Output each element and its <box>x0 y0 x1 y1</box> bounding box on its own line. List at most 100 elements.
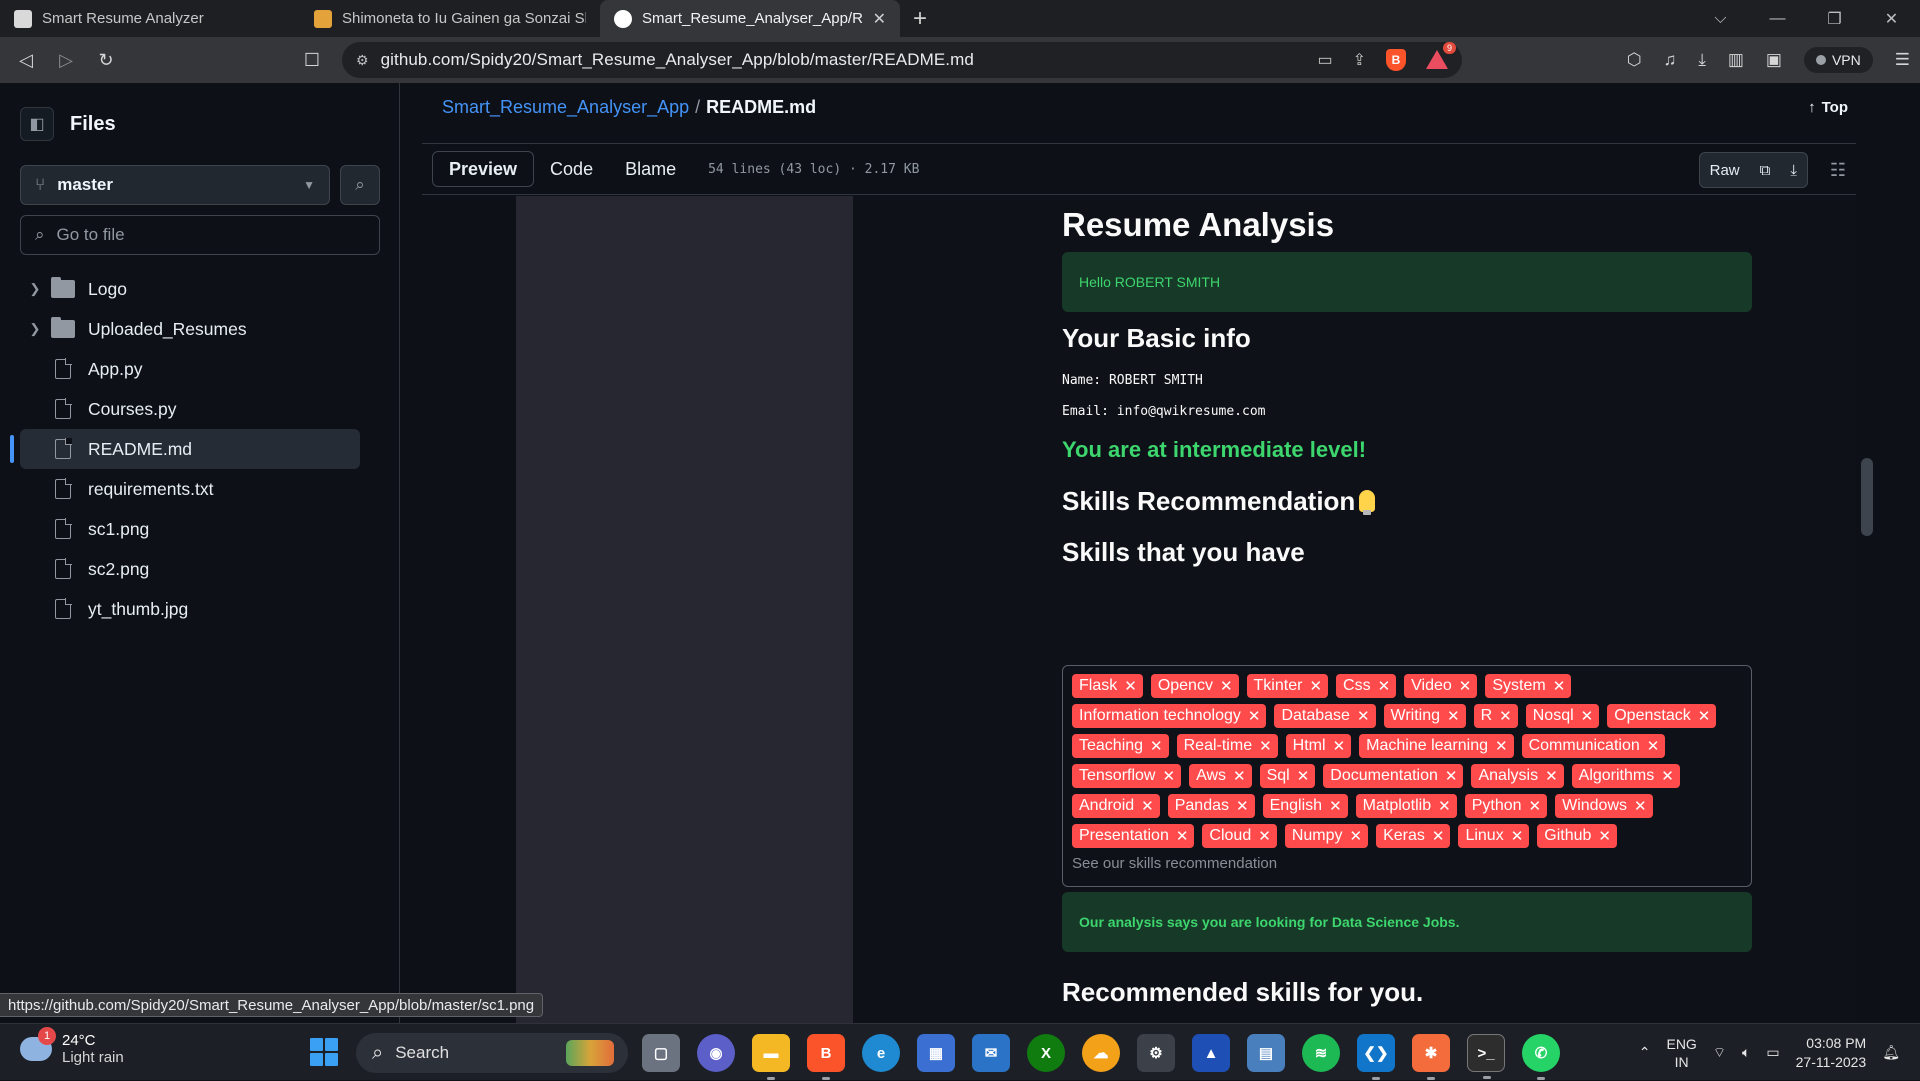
tree-item-sc2-png[interactable]: sc2.png <box>20 549 360 589</box>
clock[interactable]: 03:08 PM 27-11-2023 <box>1796 1034 1867 1072</box>
remove-tag-icon[interactable]: ✕ <box>1350 829 1363 844</box>
sidebar-toggle-icon[interactable]: ▥ <box>1728 50 1744 70</box>
copy-icon[interactable]: ⧉ <box>1750 153 1781 187</box>
weather-app-icon[interactable]: ☁ <box>1082 1034 1120 1072</box>
xampp-icon[interactable]: ✱ <box>1412 1034 1450 1080</box>
restore-button[interactable]: ❐ <box>1806 0 1863 37</box>
remove-tag-icon[interactable]: ✕ <box>1647 739 1660 754</box>
taskbar-search[interactable]: ⌕ Search <box>356 1033 628 1073</box>
remove-tag-icon[interactable]: ✕ <box>1333 739 1346 754</box>
reload-button[interactable]: ↻ <box>86 40 126 80</box>
tree-item-app-py[interactable]: App.py <box>20 349 360 389</box>
remove-tag-icon[interactable]: ✕ <box>1661 769 1674 784</box>
xbox-icon[interactable]: X <box>1027 1034 1065 1072</box>
spotify-icon[interactable]: ≋ <box>1302 1034 1340 1072</box>
edge-icon[interactable]: e <box>862 1034 900 1072</box>
back-button[interactable]: ◁ <box>6 40 46 80</box>
chevron-down-icon[interactable]: ⌵ <box>1692 0 1749 37</box>
chevron-up-icon[interactable]: ⌃ <box>1639 1044 1651 1061</box>
extensions-icon[interactable]: ⬡ <box>1627 50 1642 70</box>
remove-tag-icon[interactable]: ✕ <box>1499 709 1512 724</box>
file-explorer-icon[interactable]: ▬ <box>752 1034 790 1080</box>
photos-icon[interactable]: ▤ <box>1247 1034 1285 1072</box>
browser-tab-3[interactable]: Smart_Resume_Analyser_App/RE ✕ <box>600 0 900 37</box>
top-button[interactable]: ↑ Top <box>1808 99 1848 116</box>
tree-item-uploaded-resumes[interactable]: ❯ Uploaded_Resumes <box>20 309 360 349</box>
brave-browser-icon[interactable]: B <box>807 1034 845 1080</box>
vpn-button[interactable]: VPN <box>1803 47 1873 73</box>
mail-icon[interactable]: ✉ <box>972 1034 1010 1072</box>
wallet-icon[interactable]: ▣ <box>1766 50 1782 70</box>
cast-icon[interactable]: ▭ <box>1317 50 1332 70</box>
tree-item-readme-md[interactable]: README.md <box>10 429 360 469</box>
browser-tab-1[interactable]: Smart Resume Analyzer <box>0 0 300 37</box>
notification-bell-icon[interactable]: 🔔︎ <box>1882 1044 1900 1061</box>
remove-tag-icon[interactable]: ✕ <box>1459 679 1472 694</box>
store-icon[interactable]: ▦ <box>917 1034 955 1072</box>
remove-tag-icon[interactable]: ✕ <box>1309 679 1322 694</box>
breadcrumb-repo-link[interactable]: Smart_Resume_Analyser_App <box>442 97 689 118</box>
raw-button[interactable]: Raw <box>1700 153 1750 187</box>
remove-tag-icon[interactable]: ✕ <box>1162 769 1175 784</box>
bookmark-icon[interactable]: ☐ <box>292 40 332 80</box>
minimize-button[interactable]: — <box>1749 0 1806 37</box>
tree-item-yt-thumb-jpg[interactable]: yt_thumb.jpg <box>20 589 360 629</box>
remove-tag-icon[interactable]: ✕ <box>1432 829 1445 844</box>
branch-selector[interactable]: ⑂ master ▼ <box>20 165 330 205</box>
settings-gear-icon[interactable]: ⚙ <box>1137 1034 1175 1072</box>
app-icon[interactable]: ▲ <box>1192 1034 1230 1072</box>
new-tab-button[interactable]: + <box>900 0 940 37</box>
whatsapp-icon[interactable]: ✆ <box>1522 1034 1560 1080</box>
close-icon[interactable]: ✕ <box>873 9 886 29</box>
brave-rewards-icon[interactable]: 9 <box>1426 42 1456 70</box>
remove-tag-icon[interactable]: ✕ <box>1698 709 1711 724</box>
remove-tag-icon[interactable]: ✕ <box>1233 769 1246 784</box>
remove-tag-icon[interactable]: ✕ <box>1176 829 1189 844</box>
remove-tag-icon[interactable]: ✕ <box>1545 769 1558 784</box>
remove-tag-icon[interactable]: ✕ <box>1297 769 1310 784</box>
chevron-right-icon[interactable]: ❯ <box>20 281 50 297</box>
media-icon[interactable]: ♫ <box>1664 50 1677 70</box>
remove-tag-icon[interactable]: ✕ <box>1124 679 1137 694</box>
remove-tag-icon[interactable]: ✕ <box>1495 739 1508 754</box>
search-icon[interactable]: ⌕ <box>340 165 380 205</box>
remove-tag-icon[interactable]: ✕ <box>1378 679 1391 694</box>
tab-preview[interactable]: Preview <box>432 151 535 187</box>
windows-start-icon[interactable] <box>310 1038 338 1066</box>
skills-multiselect[interactable]: Flask ✕ Opencv ✕ Tkinter ✕ Css ✕ Video ✕ System ✕ In… <box>1062 665 1752 887</box>
download-icon[interactable]: ⤓ <box>1698 50 1706 70</box>
remove-tag-icon[interactable]: ✕ <box>1529 799 1542 814</box>
teams-chat-icon[interactable]: ◉ <box>697 1034 735 1072</box>
window-close-button[interactable]: ✕ <box>1863 0 1920 37</box>
address-bar[interactable]: ⚙ github.com/Spidy20/Smart_Resume_Analys… <box>342 42 1462 78</box>
remove-tag-icon[interactable]: ✕ <box>1329 799 1342 814</box>
remove-tag-icon[interactable]: ✕ <box>1248 709 1261 724</box>
wifi-icon[interactable]: ⌔ <box>1713 1044 1726 1062</box>
menu-icon[interactable]: ☰ <box>1895 50 1910 70</box>
task-view-icon[interactable]: ▢ <box>642 1034 680 1072</box>
remove-tag-icon[interactable]: ✕ <box>1447 709 1460 724</box>
remove-tag-icon[interactable]: ✕ <box>1220 679 1233 694</box>
remove-tag-icon[interactable]: ✕ <box>1553 679 1566 694</box>
page-scrollbar[interactable] <box>1856 83 1878 1023</box>
remove-tag-icon[interactable]: ✕ <box>1357 709 1370 724</box>
chevron-right-icon[interactable]: ❯ <box>20 321 50 337</box>
remove-tag-icon[interactable]: ✕ <box>1259 739 1272 754</box>
tree-item-sc1-png[interactable]: sc1.png <box>20 509 360 549</box>
collapse-panel-icon[interactable]: ◧ <box>20 107 54 141</box>
remove-tag-icon[interactable]: ✕ <box>1438 799 1451 814</box>
browser-tab-2[interactable]: Shimoneta to Iu Gainen ga Sonzai Shi <box>300 0 600 37</box>
remove-tag-icon[interactable]: ✕ <box>1581 709 1594 724</box>
go-to-file-input[interactable]: ⌕ Go to file <box>20 215 380 255</box>
remove-tag-icon[interactable]: ✕ <box>1141 799 1154 814</box>
download-icon[interactable]: ⤓ <box>1780 153 1807 187</box>
brave-shield-icon[interactable]: B <box>1386 49 1406 71</box>
tree-item-courses-py[interactable]: Courses.py <box>20 389 360 429</box>
volume-icon[interactable]: 🔈︎ <box>1742 1044 1750 1061</box>
remove-tag-icon[interactable]: ✕ <box>1511 829 1524 844</box>
vscode-icon[interactable]: ❮❯ <box>1357 1034 1395 1080</box>
tab-blame[interactable]: Blame <box>609 151 692 187</box>
share-icon[interactable]: ⇪ <box>1353 50 1366 70</box>
tab-code[interactable]: Code <box>534 151 609 187</box>
forward-button[interactable]: ▷ <box>46 40 86 80</box>
